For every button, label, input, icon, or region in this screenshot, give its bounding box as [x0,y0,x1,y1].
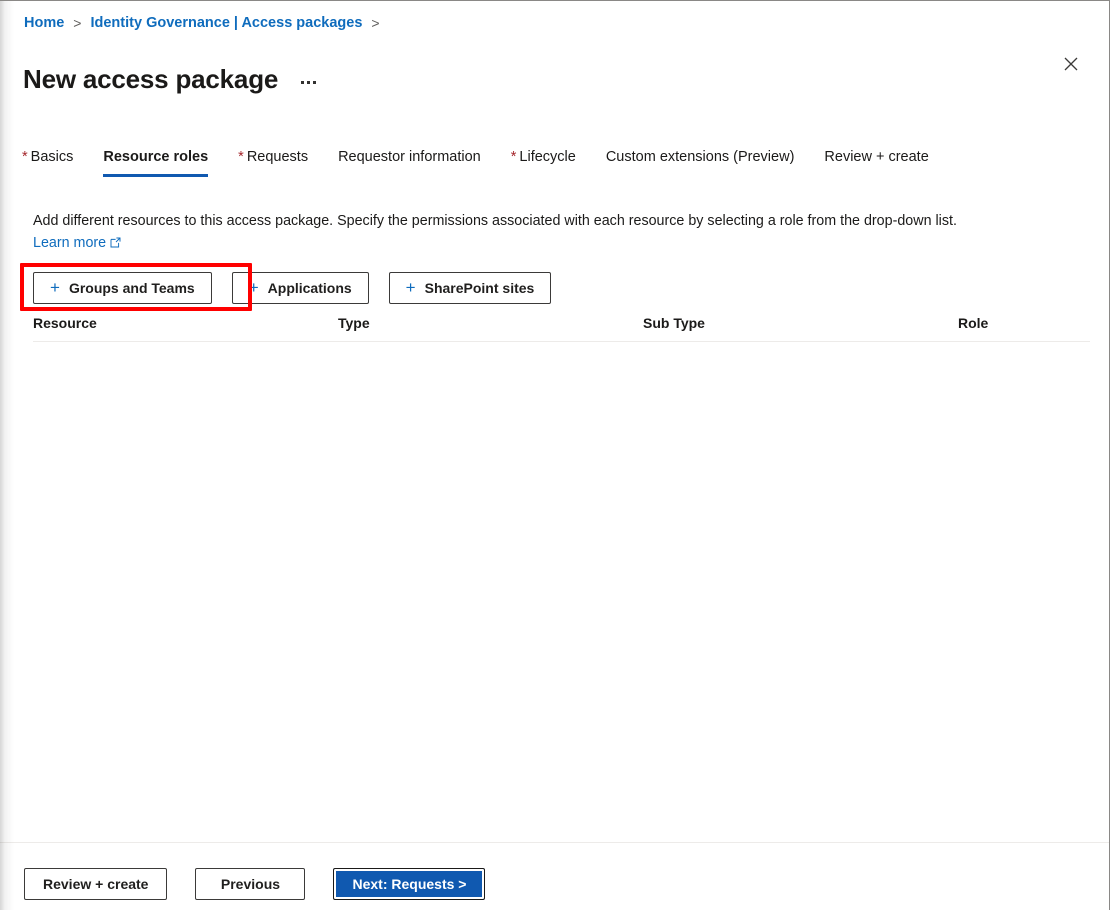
required-marker: * [510,149,517,165]
column-header-resource: Resource [33,315,97,331]
tab-label: Requestor information [338,149,481,165]
tab-label: Review + create [824,149,929,165]
tab-label: Lifecycle [519,149,576,165]
review-create-button[interactable]: Review + create [24,868,168,900]
close-icon[interactable] [1057,50,1085,78]
blade-left-shadow [0,1,14,910]
tab-basics[interactable]: * Basics [22,147,73,177]
resource-roles-table: Resource Type Sub Type Role [33,315,1090,822]
previous-button[interactable]: Previous [195,868,306,900]
azure-portal-blade: Home > Identity Governance | Access pack… [0,0,1110,910]
tab-label: Resource roles [103,149,209,165]
learn-more-label: Learn more [33,235,107,252]
plus-icon: + [248,278,259,297]
more-options-icon[interactable] [296,77,321,88]
ellipsis-dot [307,80,311,84]
add-groups-and-teams-label: Groups and Teams [68,280,195,296]
tab-resource-roles[interactable]: Resource roles [103,147,208,177]
next-requests-button[interactable]: Next: Requests > [333,868,486,900]
add-sharepoint-sites-label: SharePoint sites [424,280,535,296]
breadcrumb: Home > Identity Governance | Access pack… [24,14,389,32]
tab-custom-extensions[interactable]: Custom extensions (Preview) [606,147,795,177]
plus-icon: + [50,278,60,297]
external-link-icon [110,233,121,255]
learn-more-link[interactable]: Learn more [33,235,106,251]
wizard-footer: Review + create Previous Next: Requests … [0,842,1109,910]
add-applications-label: Applications [267,280,352,296]
required-marker: * [238,149,244,165]
breadcrumb-chevron-icon: > [371,15,380,31]
tab-review-create[interactable]: Review + create [824,147,928,177]
table-body-empty [33,342,1090,822]
table-header-row: Resource Type Sub Type Role [33,315,1090,342]
column-header-sub-type: Sub Type [643,315,705,331]
breadcrumb-item-identity-governance[interactable]: Identity Governance | Access packages [90,14,362,32]
column-header-role: Role [958,315,989,331]
tab-label: Basics [30,149,74,165]
required-marker: * [22,149,28,165]
ellipsis-dot [313,80,317,84]
page-title: New access package [23,64,279,95]
plus-icon: + [405,278,416,297]
add-applications-button[interactable]: + Applications [231,272,369,304]
tab-lifecycle[interactable]: * Lifecycle [511,147,576,177]
tab-requests[interactable]: * Requests [238,147,308,177]
description-body: Add different resources to this access p… [33,213,957,230]
ellipsis-dot [301,80,305,84]
add-sharepoint-sites-button[interactable]: + SharePoint sites [388,272,552,304]
page-title-row: New access package [23,45,321,114]
wizard-tabs: * Basics Resource roles * Requests Request… [22,147,959,177]
breadcrumb-item-home[interactable]: Home [24,14,64,32]
tab-requestor-information[interactable]: Requestor information [338,147,481,177]
tab-label: Custom extensions (Preview) [605,149,795,165]
footer-buttons: Review + create Previous Next: Requests … [24,868,486,900]
description-text: Add different resources to this access p… [33,210,963,255]
column-header-type: Type [338,315,370,331]
add-groups-and-teams-button[interactable]: + Groups and Teams [33,272,212,304]
resource-add-buttons: + Groups and Teams + Applications + Shar… [33,272,552,304]
breadcrumb-chevron-icon: > [73,15,82,31]
tab-label: Requests [246,149,309,165]
